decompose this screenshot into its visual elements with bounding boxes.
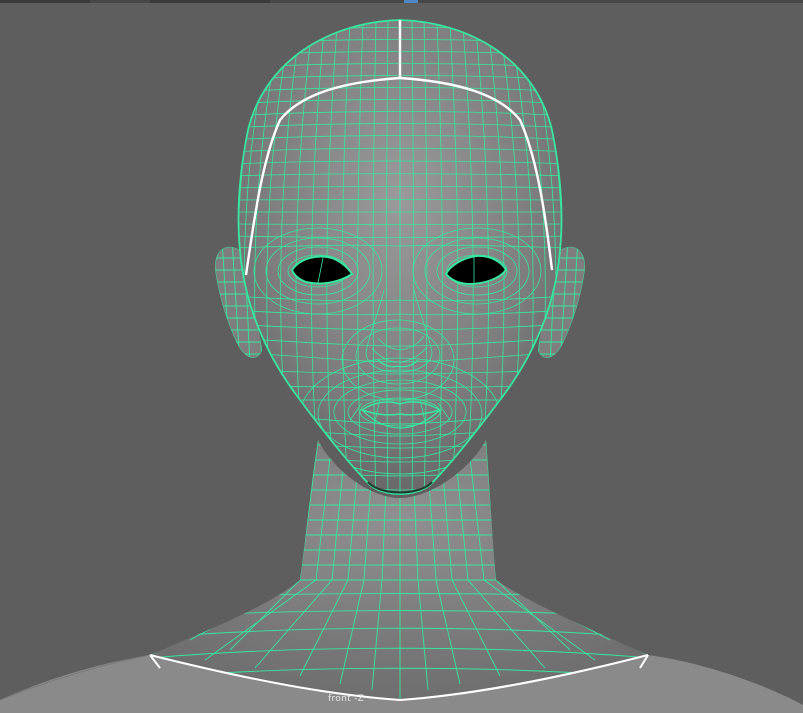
mesh-scene[interactable]: [0, 0, 803, 713]
3d-viewport[interactable]: front -Z: [0, 0, 803, 713]
camera-name-label: front -Z: [328, 694, 365, 704]
